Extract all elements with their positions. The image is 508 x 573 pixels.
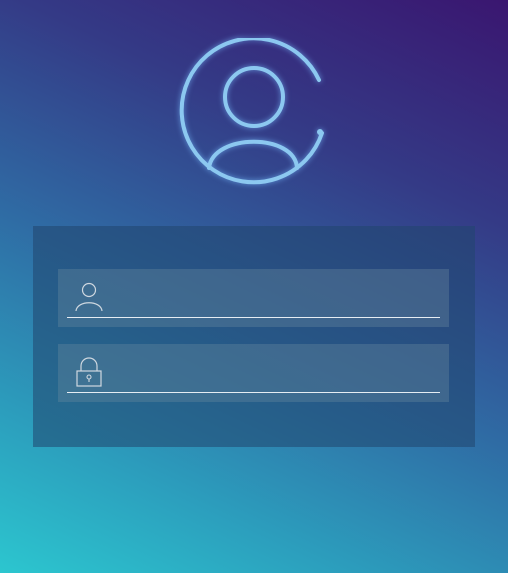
username-underline [67,317,440,318]
password-field[interactable] [58,344,449,402]
username-field[interactable] [58,269,449,327]
person-icon [75,282,103,312]
password-underline [67,392,440,393]
profile-avatar [179,36,329,188]
padlock-icon [76,357,102,387]
password-input[interactable] [116,354,440,390]
login-panel [33,226,475,447]
user-circle-icon [179,36,324,185]
username-input[interactable] [116,279,440,315]
